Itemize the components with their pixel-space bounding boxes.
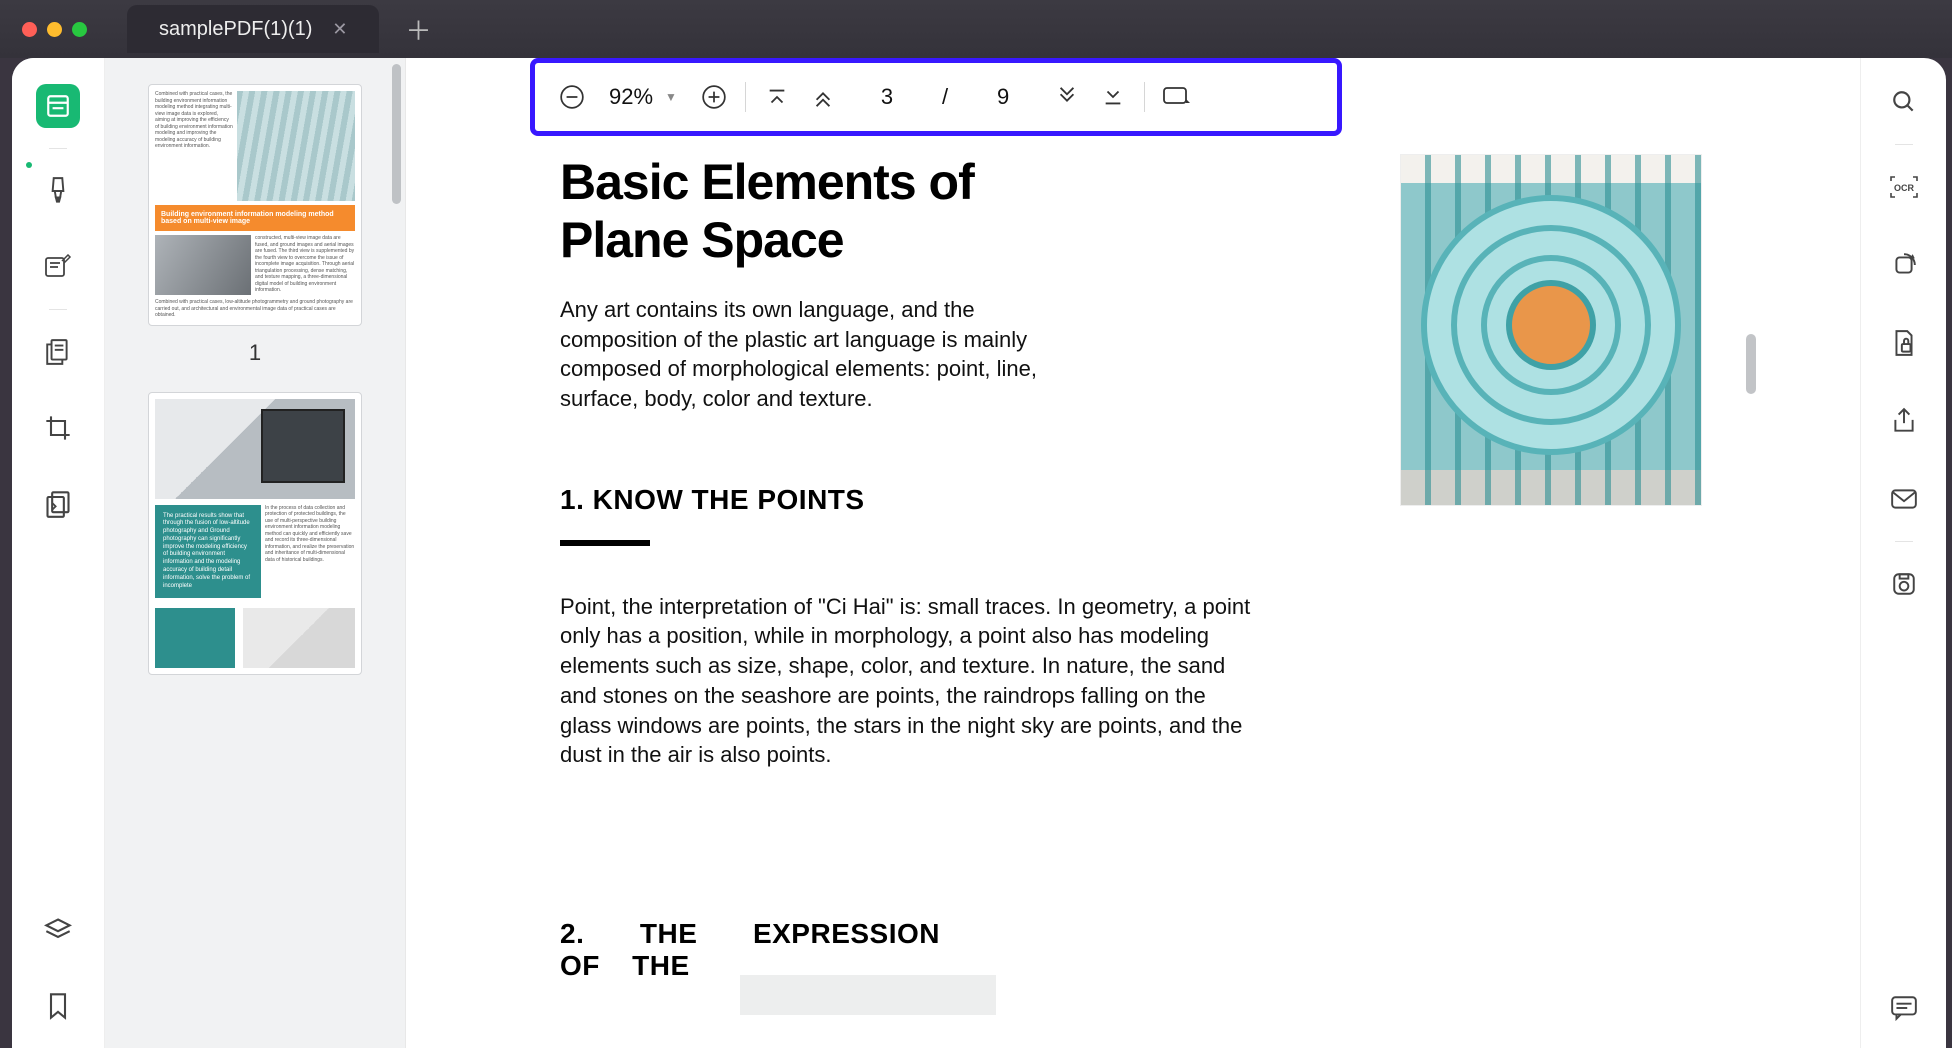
separator <box>1895 541 1913 542</box>
separator <box>1144 82 1145 112</box>
total-pages: 9 <box>962 84 1044 110</box>
thumb-image <box>243 608 355 668</box>
titlebar: samplePDF(1)(1) ✕ ＋ <box>0 0 1952 58</box>
thumbnails-panel-button[interactable] <box>36 84 80 128</box>
right-sidebar: OCR <box>1860 58 1946 1048</box>
search-button[interactable] <box>1884 82 1924 122</box>
thumb-text: constructed, multi-view image data are f… <box>255 235 355 295</box>
crop-button[interactable] <box>36 406 80 450</box>
separator <box>745 82 746 112</box>
article-intro: Any art contains its own language, and t… <box>560 295 1080 414</box>
close-tab-icon[interactable]: ✕ <box>332 19 347 40</box>
thumb-page-number: 1 <box>105 340 405 366</box>
zoom-level-dropdown[interactable]: 92% ▼ <box>595 84 691 110</box>
chevron-down-icon: ▼ <box>665 90 677 104</box>
notes-button[interactable] <box>1884 988 1924 1028</box>
mail-button[interactable] <box>1884 479 1924 519</box>
thumb-image <box>237 91 355 201</box>
document-tab[interactable]: samplePDF(1)(1) ✕ <box>127 5 379 53</box>
rotate-button[interactable] <box>1884 245 1924 285</box>
presentation-mode-button[interactable] <box>1153 74 1199 120</box>
separator <box>49 309 67 310</box>
tab-title: samplePDF(1)(1) <box>159 18 312 41</box>
next-page-button[interactable] <box>1044 74 1090 120</box>
window-minimize-button[interactable] <box>47 22 62 37</box>
thumb-image <box>155 235 251 295</box>
svg-text:OCR: OCR <box>1894 183 1915 193</box>
layers-button[interactable] <box>36 908 80 952</box>
annotate-button[interactable] <box>36 245 80 289</box>
article-figure-2 <box>740 975 996 1015</box>
thumb-callout: Building environment information modelin… <box>155 205 355 231</box>
previous-page-button[interactable] <box>800 74 846 120</box>
view-toolbar: 92% ▼ 3 / 9 <box>530 58 1342 136</box>
ocr-button[interactable]: OCR <box>1884 167 1924 207</box>
thumb-block <box>155 608 235 668</box>
thumb-callout: The practical results show that through … <box>155 505 261 599</box>
document-viewport: 92% ▼ 3 / 9 <box>406 58 1860 1048</box>
active-indicator <box>26 162 32 168</box>
last-page-button[interactable] <box>1090 74 1136 120</box>
app-window: Combined with practical cases, the build… <box>12 58 1946 1048</box>
new-tab-button[interactable]: ＋ <box>405 11 431 48</box>
article-figure <box>1400 154 1702 506</box>
page-separator: / <box>928 84 962 110</box>
thumb-text: Combined with practical cases, the build… <box>155 91 233 201</box>
thumb-text: Combined with practical cases, low-altit… <box>155 299 355 319</box>
separator <box>49 148 67 149</box>
zoom-in-button[interactable] <box>691 74 737 120</box>
page-content[interactable]: Basic Elements of Plane Space Any art co… <box>530 154 1752 1048</box>
current-page-input[interactable]: 3 <box>846 84 928 110</box>
copy-pages-button[interactable] <box>36 330 80 374</box>
thumbnail-panel: Combined with practical cases, the build… <box>105 58 406 1048</box>
thumb-image <box>155 399 355 499</box>
section-body-1: Point, the interpretation of "Ci Hai" is… <box>560 592 1260 770</box>
thumb-text: In the process of data collection and pr… <box>265 505 355 599</box>
thumbnail-page-1[interactable]: Combined with practical cases, the build… <box>148 84 362 326</box>
section-heading-2: 2. THE EXPRESSION OF THE <box>560 918 940 982</box>
separator <box>1895 144 1913 145</box>
protect-button[interactable] <box>1884 323 1924 363</box>
pages-button[interactable] <box>36 482 80 526</box>
first-page-button[interactable] <box>754 74 800 120</box>
thumbnail-page-2[interactable]: The practical results show that through … <box>148 392 362 676</box>
zoom-level-value: 92% <box>609 84 653 110</box>
window-close-button[interactable] <box>22 22 37 37</box>
zoom-out-button[interactable] <box>549 74 595 120</box>
document-scrollbar[interactable] <box>1746 334 1756 394</box>
bookmark-button[interactable] <box>36 984 80 1028</box>
thumbnail-scrollbar[interactable] <box>392 64 401 204</box>
save-button[interactable] <box>1884 564 1924 604</box>
highlighter-button[interactable] <box>36 169 80 213</box>
left-sidebar <box>12 58 105 1048</box>
share-button[interactable] <box>1884 401 1924 441</box>
window-maximize-button[interactable] <box>72 22 87 37</box>
heading-rule <box>560 540 650 546</box>
